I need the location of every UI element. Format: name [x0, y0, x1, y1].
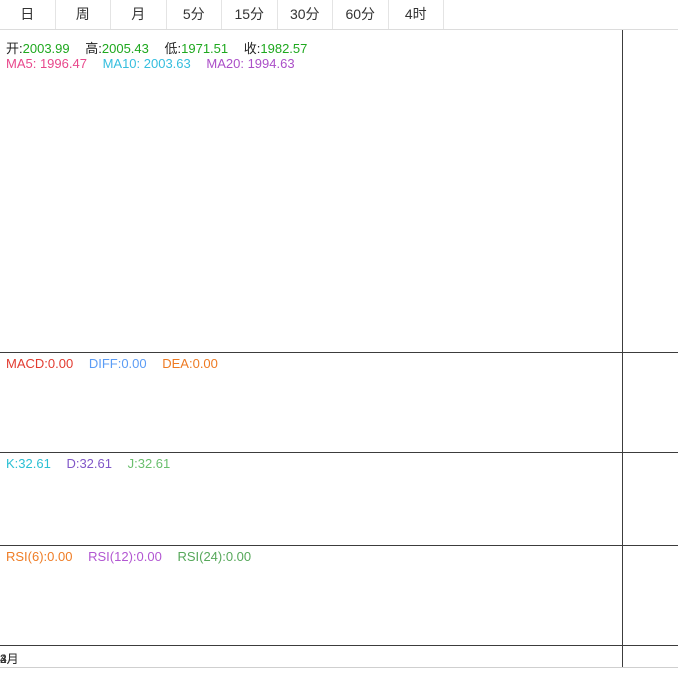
kdj-panel: K:32.61 D:32.61 J:32.61: [0, 453, 622, 546]
ohlc-open-value: 2003.99: [22, 41, 70, 56]
x-axis-row: 2月 3月 4月: [0, 646, 678, 668]
trading-chart-app: 日 周 月 5分 15分 30分 60分 4时 开:2003.99 高:2005…: [0, 0, 678, 678]
ohlc-close-label: 收:: [243, 41, 261, 56]
ohlc-low-label: 低:: [164, 41, 182, 56]
macd-readout: MACD:0.00 DIFF:0.00 DEA:0.00: [6, 356, 230, 371]
divider: [0, 352, 678, 353]
ohlc-readout: 开:2003.99 高:2005.43 低:1971.51 收:1982.57: [6, 38, 319, 57]
ma20-value: MA20: 1994.63: [206, 56, 295, 71]
ohlc-open-label: 开:: [6, 41, 23, 56]
diff-value: DIFF:0.00: [88, 356, 147, 371]
tab-month[interactable]: 月: [111, 0, 167, 29]
tab-4hour[interactable]: 4时: [389, 0, 444, 29]
rsi-readout: RSI(6):0.00 RSI(12):0.00 RSI(24):0.00: [6, 549, 263, 564]
ohlc-low-value: 1971.51: [181, 41, 229, 56]
macd-value: MACD:0.00: [6, 356, 74, 371]
k-value: K:32.61: [6, 456, 51, 471]
divider: [0, 545, 678, 546]
rsi6-value: RSI(6):0.00: [6, 549, 73, 564]
candlestick-chart[interactable]: [0, 30, 622, 353]
price-axis-column: 1982.57: [622, 30, 678, 668]
divider: [0, 452, 678, 453]
j-value: J:32.61: [127, 456, 171, 471]
rsi-panel: RSI(6):0.00 RSI(12):0.00 RSI(24):0.00: [0, 546, 622, 646]
rsi12-value: RSI(12):0.00: [88, 549, 162, 564]
ohlc-close-value: 1982.57: [260, 41, 308, 56]
tab-5min[interactable]: 5分: [167, 0, 222, 29]
divider: [0, 645, 678, 646]
tab-15min[interactable]: 15分: [222, 0, 278, 29]
tab-60min[interactable]: 60分: [333, 0, 389, 29]
main-chart-panel: 开:2003.99 高:2005.43 低:1971.51 收:1982.57 …: [0, 30, 622, 353]
tab-day[interactable]: 日: [0, 0, 56, 29]
divider: [0, 667, 678, 668]
ma10-value: MA10: 2003.63: [102, 56, 191, 71]
dea-value: DEA:0.00: [162, 356, 218, 371]
ma5-value: MA5: 1996.47: [6, 56, 87, 71]
rsi24-value: RSI(24):0.00: [177, 549, 252, 564]
ohlc-high-value: 2005.43: [101, 41, 149, 56]
d-value: D:32.61: [66, 456, 112, 471]
macd-panel: MACD:0.00 DIFF:0.00 DEA:0.00: [0, 353, 622, 453]
ma-readout: MA5: 1996.47 MA10: 2003.63 MA20: 1994.63: [6, 56, 307, 71]
tab-week[interactable]: 周: [56, 0, 111, 29]
tab-30min[interactable]: 30分: [278, 0, 333, 29]
timeframe-tabbar: 日 周 月 5分 15分 30分 60分 4时: [0, 0, 678, 30]
kdj-readout: K:32.61 D:32.61 J:32.61: [6, 456, 182, 471]
x-axis-label-apr: 4月: [0, 652, 19, 666]
ohlc-high-label: 高:: [85, 41, 102, 56]
current-price-badge: 1982.57: [629, 33, 671, 45]
